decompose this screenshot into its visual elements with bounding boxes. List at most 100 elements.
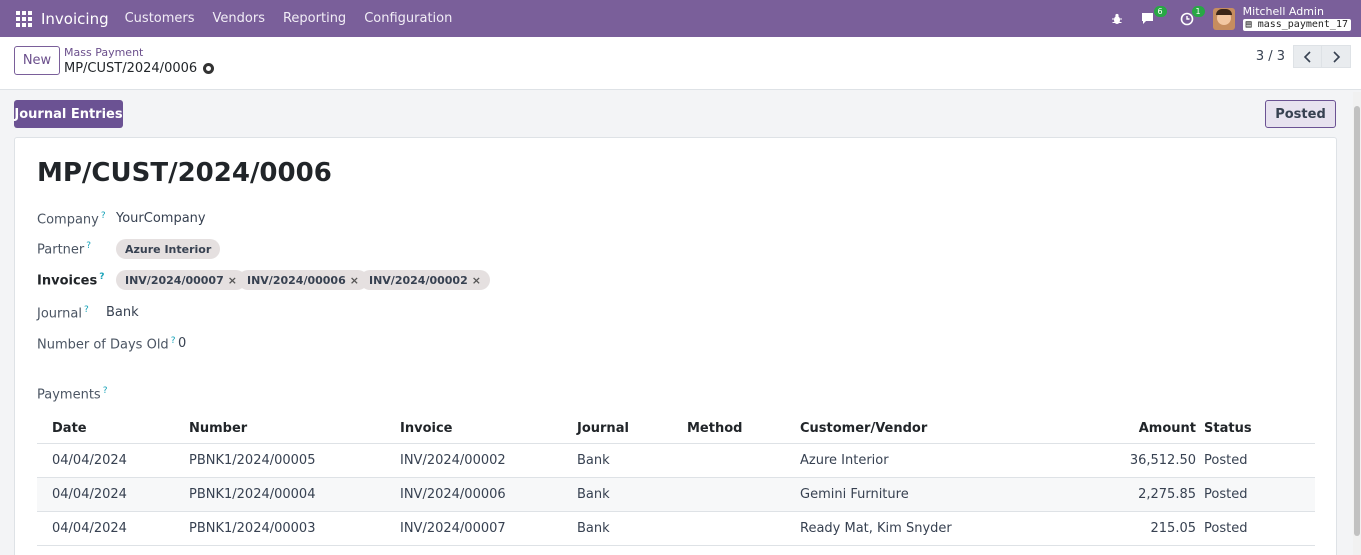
table-row[interactable]: 04/04/2024 PBNK1/2024/00003 INV/2024/000…: [37, 512, 1315, 546]
cell-amount: 2,275.85: [1138, 487, 1196, 502]
cell-partner: Ready Mat, Kim Snyder: [800, 521, 952, 536]
navbar-systray: 6 1 Mitchell Admin ▤ mass_payment_17: [1095, 0, 1351, 37]
scrollbar-thumb[interactable]: [1354, 106, 1360, 536]
pager-next-button[interactable]: [1322, 45, 1351, 68]
new-button[interactable]: New: [14, 46, 60, 75]
help-icon[interactable]: ?: [103, 386, 108, 396]
help-icon[interactable]: ?: [101, 211, 106, 221]
pager: 3 / 3: [1256, 45, 1351, 68]
cell-status: Posted: [1204, 521, 1248, 536]
payments-label-text: Payments: [37, 387, 101, 403]
company-label: Company?: [37, 211, 106, 227]
column-header-date[interactable]: Date: [52, 421, 87, 436]
user-avatar[interactable]: [1212, 7, 1235, 30]
pager-previous-button[interactable]: [1293, 45, 1322, 68]
cell-number: PBNK1/2024/00003: [189, 521, 316, 536]
days-old-field[interactable]: 0: [178, 336, 186, 351]
column-header-number[interactable]: Number: [189, 421, 247, 436]
apps-menu-icon[interactable]: [15, 10, 33, 28]
days-old-label-text: Number of Days Old: [37, 337, 169, 353]
menu-customers[interactable]: Customers: [125, 11, 195, 26]
column-header-invoice[interactable]: Invoice: [400, 421, 452, 436]
table-row[interactable]: 04/04/2024 PBNK1/2024/00005 INV/2024/000…: [37, 444, 1315, 478]
cell-partner: Azure Interior: [800, 453, 889, 468]
remove-tag-icon[interactable]: ×: [228, 274, 237, 287]
remove-tag-icon[interactable]: ×: [472, 274, 481, 287]
page-scrollbar[interactable]: [1353, 92, 1361, 555]
column-header-amount[interactable]: Amount: [1139, 421, 1196, 436]
payments-label: Payments?: [37, 386, 107, 402]
payments-table: Date Number Invoice Journal Method Custo…: [37, 414, 1315, 546]
debug-bug-icon[interactable]: [1107, 9, 1127, 29]
cell-status: Posted: [1204, 453, 1248, 468]
company-field[interactable]: YourCompany: [116, 211, 206, 226]
top-navbar: Invoicing Customers Vendors Reporting Co…: [0, 0, 1361, 37]
cell-date: 04/04/2024: [52, 487, 127, 502]
control-panel: New Mass Payment MP/CUST/2024/0006 3 / 3: [0, 37, 1361, 90]
invoice-tag-label: INV/2024/00002: [369, 273, 468, 287]
cell-amount: 215.05: [1150, 521, 1197, 536]
remove-tag-icon[interactable]: ×: [350, 274, 359, 287]
help-icon[interactable]: ?: [84, 305, 89, 315]
days-old-label: Number of Days Old?: [37, 336, 175, 352]
journal-label: Journal?: [37, 305, 89, 321]
cell-journal: Bank: [577, 521, 610, 536]
database-name: ▤ mass_payment_17: [1242, 19, 1351, 31]
partner-tag-label: Azure Interior: [125, 242, 212, 256]
column-header-status[interactable]: Status: [1204, 421, 1252, 436]
database-name-text: mass_payment_17: [1257, 19, 1348, 30]
cell-invoice: INV/2024/00007: [400, 521, 506, 536]
partner-label-text: Partner: [37, 242, 85, 258]
help-icon[interactable]: ?: [86, 241, 91, 251]
partner-tag[interactable]: Azure Interior: [116, 239, 221, 259]
activity-clock-icon[interactable]: 1: [1177, 5, 1205, 29]
breadcrumb-current: MP/CUST/2024/0006: [64, 61, 215, 76]
breadcrumb-parent[interactable]: Mass Payment: [64, 46, 143, 59]
help-icon[interactable]: ?: [171, 336, 176, 346]
column-header-journal[interactable]: Journal: [577, 421, 629, 436]
cell-number: PBNK1/2024/00004: [189, 487, 316, 502]
cell-amount: 36,512.50: [1129, 453, 1196, 468]
cell-date: 04/04/2024: [52, 453, 127, 468]
cell-journal: Bank: [577, 487, 610, 502]
breadcrumb-current-label: MP/CUST/2024/0006: [64, 61, 198, 76]
menu-reporting[interactable]: Reporting: [283, 11, 346, 26]
cell-date: 04/04/2024: [52, 521, 127, 536]
cell-partner: Gemini Furniture: [800, 487, 909, 502]
invoices-label-text: Invoices: [37, 273, 98, 289]
menu-configuration[interactable]: Configuration: [364, 11, 452, 26]
chat-icon[interactable]: 6: [1139, 5, 1167, 29]
journal-field[interactable]: Bank: [106, 305, 139, 320]
column-header-method[interactable]: Method: [687, 421, 742, 436]
pager-value[interactable]: 3 / 3: [1256, 49, 1285, 64]
cell-invoice: INV/2024/00002: [400, 453, 506, 468]
invoices-label: Invoices?: [37, 272, 104, 288]
cell-invoice: INV/2024/00006: [400, 487, 506, 502]
company-label-text: Company: [37, 212, 99, 228]
table-header: Date Number Invoice Journal Method Custo…: [37, 414, 1315, 444]
form-sheet: MP/CUST/2024/0006 Company? YourCompany P…: [14, 137, 1337, 555]
column-header-partner[interactable]: Customer/Vendor: [800, 421, 927, 436]
gear-icon[interactable]: [203, 63, 215, 74]
invoice-tag-label: INV/2024/00006: [247, 273, 346, 287]
user-name: Mitchell Admin: [1242, 5, 1324, 18]
app-name[interactable]: Invoicing: [41, 10, 109, 28]
invoice-tag[interactable]: INV/2024/00007 ×: [116, 270, 246, 290]
help-icon[interactable]: ?: [99, 272, 104, 282]
table-row[interactable]: 04/04/2024 PBNK1/2024/00004 INV/2024/000…: [37, 478, 1315, 512]
journal-entries-button[interactable]: Journal Entries: [14, 100, 123, 128]
activity-badge: 1: [1191, 5, 1205, 17]
invoice-tag[interactable]: INV/2024/00002 ×: [360, 270, 490, 290]
invoice-tag[interactable]: INV/2024/00006 ×: [238, 270, 368, 290]
cell-status: Posted: [1204, 487, 1248, 502]
record-title: MP/CUST/2024/0006: [37, 158, 332, 188]
user-menu[interactable]: Mitchell Admin ▤ mass_payment_17: [1242, 5, 1351, 31]
partner-label: Partner?: [37, 241, 91, 257]
invoice-tag-label: INV/2024/00007: [125, 273, 224, 287]
journal-label-text: Journal: [37, 306, 82, 322]
cell-journal: Bank: [577, 453, 610, 468]
chat-badge: 6: [1153, 5, 1167, 17]
cell-number: PBNK1/2024/00005: [189, 453, 316, 468]
menu-vendors[interactable]: Vendors: [213, 11, 265, 26]
status-posted-badge[interactable]: Posted: [1265, 100, 1336, 128]
